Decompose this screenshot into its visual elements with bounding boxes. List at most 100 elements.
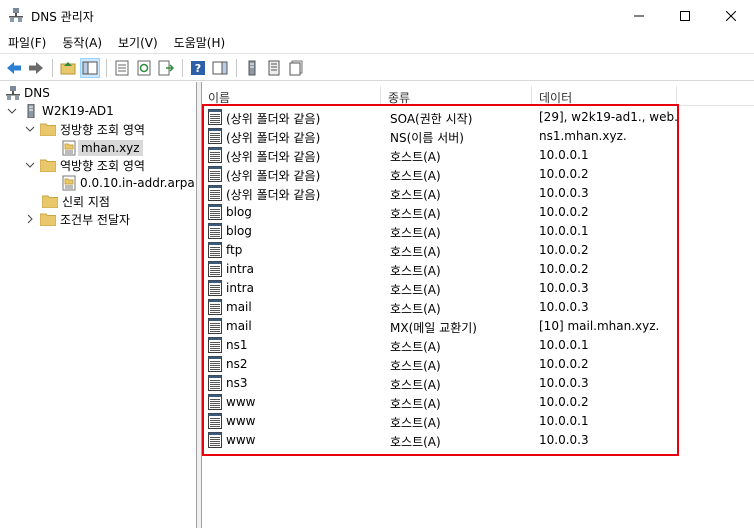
tree-item-dns[interactable]: DNS [6,84,50,102]
dns-record-icon [207,185,223,201]
forward-button[interactable] [26,58,46,78]
record-data: 10.0.0.2 [539,395,589,409]
record-name: (상위 폴더와 같음) [226,150,321,164]
record-data: 10.0.0.2 [539,357,589,371]
tree-item-conditional-forwarders[interactable]: 조건부 전달자 [24,210,130,228]
record-type: NS(이름 서버) [390,131,464,145]
record-data: [10] mail.mhan.xyz. [539,319,660,333]
show-hide-console-tree-button[interactable] [80,58,100,78]
record-type: 호스트(A) [390,359,441,373]
record-row[interactable]: ns1 호스트(A) 10.0.0.1 [206,336,676,355]
records-button[interactable] [286,58,306,78]
record-row[interactable]: mail MX(메일 교환기) [10] mail.mhan.xyz. [206,317,676,336]
dns-record-icon [207,242,223,258]
record-data: 10.0.0.2 [539,167,589,181]
window-title: DNS 관리자 [31,10,94,24]
record-row[interactable]: intra 호스트(A) 10.0.0.2 [206,260,676,279]
record-data: 10.0.0.3 [539,281,589,295]
record-row[interactable]: www 호스트(A) 10.0.0.3 [206,431,676,450]
tree-item-trust-points[interactable]: 신뢰 지점 [42,192,110,210]
back-button[interactable] [4,58,24,78]
tree-item-reverse-zones[interactable]: 역방향 조회 영역 [24,156,145,174]
zone-file-icon [62,140,76,156]
record-name: (상위 폴더와 같음) [226,188,321,202]
record-data: 10.0.0.1 [539,148,589,162]
dns-record-icon [207,413,223,429]
record-type: 호스트(A) [390,169,441,183]
record-row[interactable]: blog 호스트(A) 10.0.0.2 [206,203,676,222]
record-row[interactable]: www 호스트(A) 10.0.0.1 [206,412,676,431]
record-row[interactable]: (상위 폴더와 같음) 호스트(A) 10.0.0.2 [206,165,676,184]
column-name[interactable]: 이름 [202,84,230,106]
menu-file[interactable]: 파일(F) [0,31,54,52]
tree-item-forward-zones[interactable]: 정방향 조회 영역 [24,120,145,138]
dns-app-icon [9,8,23,22]
help-button[interactable]: ? [188,58,208,78]
records-list: 이름 종류 데이터 (상위 폴더와 같음) SOA(권한 시작) [29], w2k… [201,82,754,528]
menu-help[interactable]: 도움말(H) [166,31,234,52]
column-type[interactable]: 종류 [382,84,410,106]
record-name: ns2 [226,357,248,371]
record-row[interactable]: ns3 호스트(A) 10.0.0.3 [206,374,676,393]
tree-label-server: W2K19-AD1 [42,104,114,118]
up-folder-button[interactable] [58,58,78,78]
record-name: intra [226,281,254,295]
chevron-right-icon[interactable] [24,213,36,225]
folder-icon [40,213,56,226]
refresh-button[interactable] [134,58,154,78]
folder-icon [40,159,56,172]
tree-item-server[interactable]: W2K19-AD1 [6,102,114,120]
record-row[interactable]: blog 호스트(A) 10.0.0.1 [206,222,676,241]
menu-view[interactable]: 보기(V) [110,31,166,52]
dns-record-icon [207,147,223,163]
tree-label-mhan-xyz: mhan.xyz [78,140,143,156]
zone-file-icon [62,175,76,191]
record-row[interactable]: (상위 폴더와 같음) NS(이름 서버) ns1.mhan.xyz. [206,127,676,146]
record-type: MX(메일 교환기) [390,321,477,335]
chevron-down-icon[interactable] [24,159,36,171]
record-name: ftp [226,243,243,257]
record-row[interactable]: ns2 호스트(A) 10.0.0.2 [206,355,676,374]
record-row[interactable]: intra 호스트(A) 10.0.0.3 [206,279,676,298]
help-icon: ? [191,61,205,75]
record-row[interactable]: mail 호스트(A) 10.0.0.3 [206,298,676,317]
menu-action[interactable]: 동작(A) [54,31,110,52]
maximize-button[interactable] [662,0,708,31]
record-row[interactable]: (상위 폴더와 같음) 호스트(A) 10.0.0.3 [206,184,676,203]
record-data: 10.0.0.3 [539,300,589,314]
close-button[interactable] [708,0,754,31]
column-data[interactable]: 데이터 [533,84,572,106]
server-icon [248,60,256,76]
chevron-down-icon[interactable] [6,105,18,117]
record-type: 호스트(A) [390,226,441,240]
tree-item-reverse-zone[interactable]: 0.0.10.in-addr.arpa [62,174,195,192]
dns-record-icon [207,204,223,220]
record-row[interactable]: ftp 호스트(A) 10.0.0.2 [206,241,676,260]
records-icon [289,60,303,76]
export-list-button[interactable] [156,58,176,78]
properties-button[interactable] [112,58,132,78]
record-data: 10.0.0.1 [539,224,589,238]
forward-arrow-icon [29,62,43,74]
record-name: ns1 [226,338,248,352]
close-icon [726,10,736,21]
record-data: 10.0.0.1 [539,414,589,428]
show-action-pane-button[interactable] [210,58,230,78]
record-row[interactable]: (상위 폴더와 같음) SOA(권한 시작) [29], w2k19-ad1., w… [206,108,678,127]
server-button[interactable] [242,58,262,78]
dns-record-icon [207,375,223,391]
record-row[interactable]: www 호스트(A) 10.0.0.2 [206,393,676,412]
menu-bar: 파일(F) 동작(A) 보기(V) 도움말(H) [0,31,754,52]
tree-item-mhan-xyz[interactable]: mhan.xyz [62,139,143,157]
chevron-down-icon[interactable] [24,123,36,135]
zone-button[interactable] [264,58,284,78]
column-header: 이름 종류 데이터 [202,84,754,106]
tree-label-dns: DNS [24,86,50,100]
record-name: www [226,395,256,409]
export-icon [158,60,174,76]
minimize-button[interactable] [616,0,662,31]
dns-record-icon [207,318,223,334]
record-data: [29], w2k19-ad1., web. [539,110,678,124]
record-row[interactable]: (상위 폴더와 같음) 호스트(A) 10.0.0.1 [206,146,676,165]
record-type: 호스트(A) [390,188,441,202]
